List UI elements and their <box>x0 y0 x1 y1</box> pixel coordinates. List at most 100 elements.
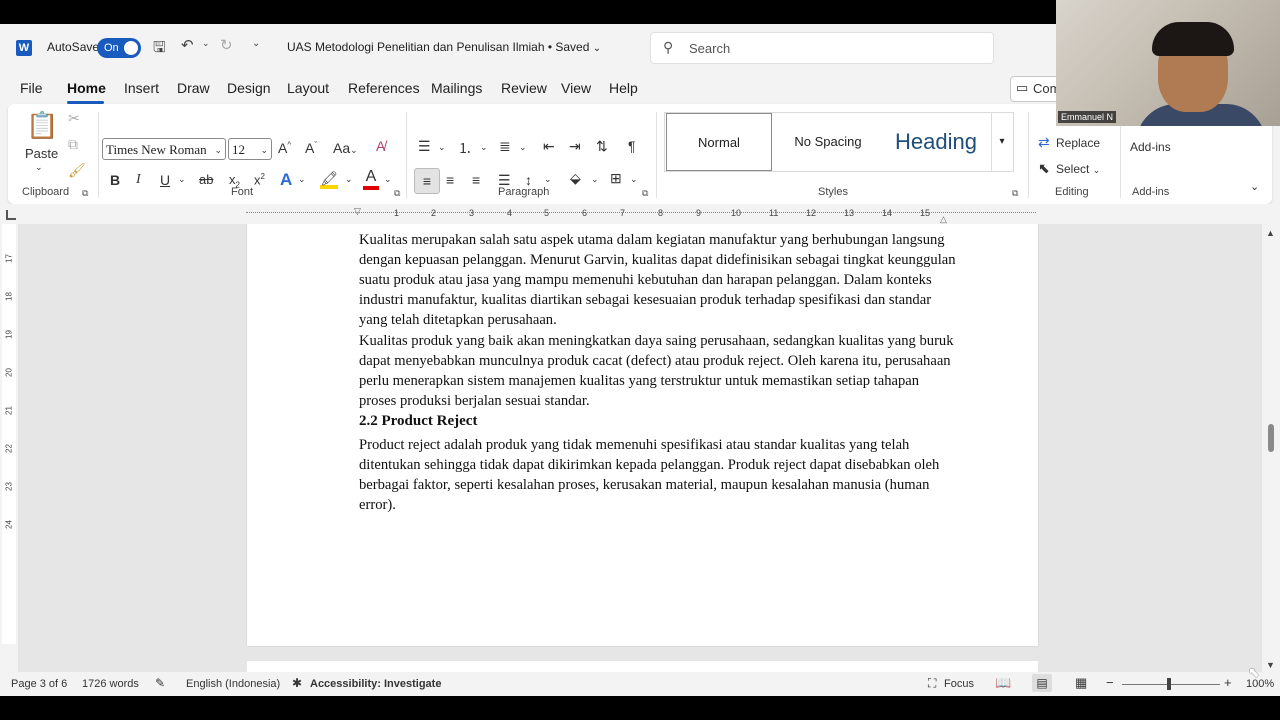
cut-icon[interactable]: ✂ <box>68 110 80 127</box>
zoom-slider-thumb[interactable] <box>1167 678 1171 690</box>
proofing-icon[interactable]: ✎ <box>155 676 165 690</box>
text-effects-dropdown-icon[interactable]: ⌄ <box>298 174 306 185</box>
select-button[interactable]: Select ⌄ <box>1056 162 1100 176</box>
tab-view[interactable]: View <box>561 80 591 96</box>
add-ins-button[interactable]: Add-ins <box>1130 140 1171 154</box>
replace-button[interactable]: Replace <box>1056 136 1100 150</box>
styles-more-icon[interactable]: ▾ <box>991 113 1012 171</box>
focus-mode-button[interactable]: Focus <box>944 678 974 690</box>
tab-file[interactable]: File <box>20 80 43 96</box>
customize-toolbar-icon[interactable]: ⌄ <box>252 38 260 49</box>
change-case-button[interactable]: Aa⌄ <box>333 140 358 156</box>
font-color-icon[interactable]: A <box>363 168 379 190</box>
word-count[interactable]: 1726 words <box>82 678 139 690</box>
scroll-up-icon[interactable]: ▲ <box>1266 228 1275 238</box>
bullets-dropdown-icon[interactable]: ⌄ <box>438 142 446 153</box>
zoom-out-icon[interactable]: − <box>1106 675 1114 690</box>
decrease-indent-icon[interactable]: ⇤ <box>543 138 555 155</box>
tab-help[interactable]: Help <box>609 80 638 96</box>
paste-button[interactable]: Paste <box>25 146 58 161</box>
align-center-icon[interactable]: ≡ <box>446 172 454 188</box>
tab-design[interactable]: Design <box>227 80 271 96</box>
undo-dropdown-icon[interactable]: ⌄ <box>202 38 210 49</box>
paragraph-quality-importance[interactable]: Kualitas produk yang baik akan meningkat… <box>359 331 959 411</box>
copy-icon[interactable]: ⧉ <box>68 136 78 153</box>
shading-dropdown-icon[interactable]: ⌄ <box>591 174 599 185</box>
language-indicator[interactable]: English (Indonesia) <box>186 678 280 690</box>
increase-font-size-button[interactable]: A^ <box>278 140 291 156</box>
zoom-slider[interactable] <box>1122 684 1220 685</box>
horizontal-ruler[interactable]: ▽ △ 1 2 3 4 5 6 7 8 9 10 11 12 13 14 15 <box>0 204 1280 224</box>
collapse-ribbon-icon[interactable]: ⌄ <box>1250 180 1259 193</box>
clipboard-launcher-icon[interactable]: ⧉ <box>82 188 88 199</box>
tab-layout[interactable]: Layout <box>287 80 329 96</box>
borders-dropdown-icon[interactable]: ⌄ <box>630 174 638 185</box>
borders-icon[interactable]: ⊞ <box>610 170 622 187</box>
document-title[interactable]: UAS Metodologi Penelitian dan Penulisan … <box>287 40 601 54</box>
format-painter-icon[interactable]: 🖌 <box>68 162 86 179</box>
heading-product-reject[interactable]: 2.2 Product Reject <box>359 413 477 430</box>
highlight-dropdown-icon[interactable]: ⌄ <box>345 174 353 185</box>
tab-review[interactable]: Review <box>501 80 547 96</box>
shading-icon[interactable]: ⬙ <box>570 170 581 187</box>
zoom-in-icon[interactable]: + <box>1224 675 1232 690</box>
select-icon[interactable]: ⬉ <box>1038 160 1050 177</box>
multilevel-list-icon[interactable]: ≣ <box>499 138 511 155</box>
font-launcher-icon[interactable]: ⧉ <box>394 188 400 199</box>
search-box[interactable]: ⚲ Search <box>650 32 994 64</box>
paragraph-product-reject[interactable]: Product reject adalah produk yang tidak … <box>359 435 959 515</box>
numbering-dropdown-icon[interactable]: ⌄ <box>480 142 488 153</box>
numbering-icon[interactable]: ⒈ <box>458 138 472 158</box>
tab-insert[interactable]: Insert <box>124 80 159 96</box>
underline-button[interactable]: U <box>160 172 170 188</box>
sort-icon[interactable]: ⇅ <box>596 138 608 155</box>
style-normal[interactable]: Normal <box>666 113 772 171</box>
line-spacing-dropdown-icon[interactable]: ⌄ <box>544 174 552 185</box>
vertical-scrollbar[interactable]: ▲ ▼ <box>1262 224 1280 672</box>
bullets-icon[interactable]: ☰ <box>418 138 431 155</box>
scrollbar-thumb[interactable] <box>1268 424 1274 452</box>
paste-icon[interactable]: 📋 <box>26 110 58 142</box>
highlight-icon[interactable]: 🖍 <box>320 170 338 189</box>
tab-references[interactable]: References <box>348 80 420 96</box>
tab-selector-icon[interactable] <box>6 210 16 220</box>
font-size-select[interactable]: 12 ⌄ <box>228 138 272 160</box>
font-color-dropdown-icon[interactable]: ⌄ <box>384 174 392 185</box>
align-right-icon[interactable]: ≡ <box>472 172 480 188</box>
save-icon[interactable]: 🖫 <box>153 37 166 62</box>
vertical-ruler[interactable]: 17 18 19 20 21 22 23 24 <box>2 224 16 644</box>
style-no-spacing[interactable]: No Spacing <box>775 113 881 171</box>
scroll-down-icon[interactable]: ▼ <box>1266 660 1275 670</box>
clear-formatting-icon[interactable]: A̸ <box>376 138 385 154</box>
first-line-indent-marker[interactable]: ▽ <box>354 206 361 217</box>
paragraph-quality-definition[interactable]: Kualitas merupakan salah satu aspek utam… <box>359 230 959 330</box>
accessibility-status[interactable]: Accessibility: Investigate <box>310 678 441 690</box>
decrease-font-size-button[interactable]: Aˇ <box>305 140 317 156</box>
undo-icon[interactable]: ↶ <box>181 36 194 54</box>
text-effects-icon[interactable]: A <box>280 170 292 190</box>
tab-home[interactable]: Home <box>67 80 106 96</box>
web-layout-icon[interactable]: ▦ <box>1075 675 1087 691</box>
page-count[interactable]: Page 3 of 6 <box>11 678 67 690</box>
tab-draw[interactable]: Draw <box>177 80 210 96</box>
tab-mailings[interactable]: Mailings <box>431 80 482 96</box>
replace-icon[interactable]: ⇄ <box>1038 134 1050 151</box>
paragraph-launcher-icon[interactable]: ⧉ <box>642 188 648 199</box>
paste-dropdown-icon[interactable]: ⌄ <box>35 162 43 173</box>
align-left-button[interactable]: ≡ <box>414 168 440 194</box>
document-page[interactable]: Kualitas merupakan salah satu aspek utam… <box>247 224 1038 646</box>
superscript-button[interactable]: x2 <box>254 172 265 187</box>
increase-indent-icon[interactable]: ⇥ <box>569 138 581 155</box>
font-family-select[interactable]: Times New Roman ⌄ <box>102 138 226 160</box>
styles-launcher-icon[interactable]: ⧉ <box>1012 188 1018 199</box>
italic-button[interactable]: I <box>136 172 141 188</box>
strikethrough-button[interactable]: ab <box>199 172 213 187</box>
redo-icon[interactable]: ↻ <box>220 36 233 54</box>
autosave-toggle[interactable]: On <box>97 38 141 58</box>
underline-dropdown-icon[interactable]: ⌄ <box>178 174 186 185</box>
read-mode-icon[interactable]: 📖 <box>995 675 1011 691</box>
print-layout-icon[interactable]: ▤ <box>1032 674 1052 692</box>
show-formatting-icon[interactable]: ¶ <box>628 138 636 154</box>
bold-button[interactable]: B <box>110 172 120 188</box>
multilevel-dropdown-icon[interactable]: ⌄ <box>519 142 527 153</box>
